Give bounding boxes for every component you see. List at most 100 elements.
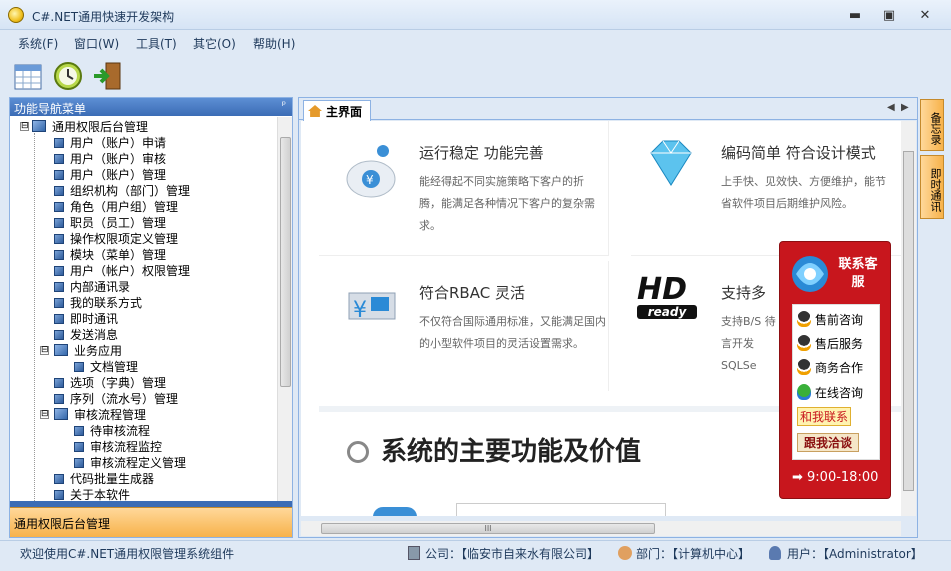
menu-system[interactable]: 系统(F): [18, 35, 58, 52]
hd-badge: HD: [637, 272, 688, 307]
feature-title: 符合RBAC 灵活: [419, 284, 525, 302]
tree-node[interactable]: 通用权限后台管理: [32, 119, 148, 135]
tree-expander-icon[interactable]: ⊟: [20, 122, 29, 131]
tree-node[interactable]: 用户（账户）管理: [54, 167, 166, 183]
page-node-icon: [54, 378, 64, 388]
feature-card-rbac: ¥ 符合RBAC 灵活 不仅符合国际通用标准，又能满足国内的小型软件项目的灵活设…: [319, 261, 609, 391]
qq-icon: [797, 359, 811, 375]
welcome-text: 欢迎使用C#.NET通用权限管理系统组件: [20, 547, 235, 561]
tree-node-label: 模块（菜单）管理: [70, 248, 167, 262]
page-node-icon: [74, 426, 84, 436]
calendar-grid-icon[interactable]: [12, 60, 44, 92]
piggy-bank-icon: ¥: [341, 141, 401, 204]
qq-icon: [797, 311, 811, 327]
page-node-icon: [74, 458, 84, 468]
negotiate-button[interactable]: 跟我洽谈: [797, 433, 860, 452]
content-horizontal-scrollbar[interactable]: III: [301, 521, 901, 536]
business-button[interactable]: 商务合作: [797, 359, 863, 376]
content-hscroll-thumb[interactable]: III: [321, 523, 655, 534]
tab-instant-message[interactable]: 即时通讯: [920, 155, 944, 219]
menu-other[interactable]: 其它(O): [193, 35, 236, 52]
tree-node[interactable]: 序列（流水号）管理: [54, 391, 178, 407]
tree-node[interactable]: 我的联系方式: [54, 295, 142, 311]
nav-group-button[interactable]: 通用权限后台管理: [10, 507, 292, 537]
tree-node[interactable]: 操作权限项定义管理: [54, 231, 178, 247]
right-side-tabs: 备忘录 即时通讯: [918, 97, 948, 538]
presale-button[interactable]: 售前咨询: [797, 311, 863, 328]
feature-card-stability: ¥ 运行稳定 功能完善 能经得起不同实施策略下客户的折腾，能满足各种情况下客户的…: [319, 121, 609, 256]
tree-node[interactable]: 组织机构（部门）管理: [54, 183, 190, 199]
feature-card-coding: 编码简单 符合设计模式 上手快、见效快、方便维护，能节省软件项目后期维护风险。: [631, 121, 901, 256]
aftersale-label: 售后服务: [815, 337, 864, 351]
page-node-icon: [54, 330, 64, 340]
aftersale-button[interactable]: 售后服务: [797, 335, 863, 352]
maximize-button[interactable]: ▣: [879, 8, 899, 23]
online-consult-button[interactable]: 在线咨询: [797, 384, 863, 401]
tab-next-icon[interactable]: ▶: [901, 102, 909, 113]
close-button[interactable]: ✕: [915, 8, 935, 23]
tree-node[interactable]: 审核流程管理: [54, 407, 146, 423]
tree-node[interactable]: 文档管理: [74, 359, 138, 375]
tree-node[interactable]: 代码批量生成器: [54, 471, 154, 487]
tree-node[interactable]: 内部通讯录: [54, 279, 130, 295]
tree-node-label: 用户（账户）管理: [70, 168, 167, 182]
tree-node[interactable]: 模块（菜单）管理: [54, 247, 166, 263]
folder-node-icon: [54, 344, 68, 356]
page-node-icon: [54, 490, 64, 500]
tree-node[interactable]: 用户（账户）审核: [54, 151, 166, 167]
tree-node-label: 代码批量生成器: [70, 472, 155, 486]
contact-me-button[interactable]: 和我联系: [797, 407, 852, 426]
tree-node[interactable]: 职员（员工）管理: [54, 215, 166, 231]
tree-node[interactable]: 待审核流程: [74, 423, 150, 439]
tree-expander-icon[interactable]: ⊟: [40, 410, 49, 419]
pin-icon[interactable]: ᵖ: [282, 100, 286, 111]
msn-icon: [797, 384, 811, 400]
service-list: 售前咨询 售后服务 商务合作 在线咨询 和我联系 跟我洽谈: [792, 304, 880, 460]
page-node-icon: [54, 218, 64, 228]
tree-node[interactable]: 角色（用户组）管理: [54, 199, 178, 215]
tree-node-label: 审核流程管理: [74, 408, 147, 422]
tree-node-label: 内部通讯录: [70, 280, 131, 294]
tree-node-label: 职员（员工）管理: [70, 216, 167, 230]
menu-window[interactable]: 窗口(W): [74, 35, 119, 52]
content-vertical-scrollbar[interactable]: [901, 121, 916, 516]
tree-scrollbar[interactable]: [277, 117, 292, 501]
tree-node-label: 我的联系方式: [70, 296, 143, 310]
menu-tools[interactable]: 工具(T): [136, 35, 177, 52]
tree-node[interactable]: 审核流程定义管理: [74, 455, 186, 471]
tree-node-label: 业务应用: [74, 344, 123, 358]
tab-prev-icon[interactable]: ◀: [887, 102, 895, 113]
value-blue-icon: [373, 507, 417, 516]
tree-node[interactable]: 发送消息: [54, 327, 118, 343]
company-text: 公司：【临安市自来水有限公司】: [425, 547, 600, 561]
diamond-icon: [641, 139, 701, 192]
department-text: 部门：【计算机中心】: [636, 547, 751, 561]
exit-door-icon[interactable]: [92, 60, 124, 92]
page-node-icon: [54, 170, 64, 180]
film-reel-icon: [347, 441, 369, 463]
home-icon: [308, 105, 322, 117]
tree-scroll-thumb[interactable]: [280, 137, 291, 387]
folder-node-icon: [32, 120, 46, 132]
clock-refresh-icon[interactable]: [52, 60, 84, 92]
page-node-icon: [54, 138, 64, 148]
tree-node[interactable]: 即时通讯: [54, 311, 118, 327]
tree-node[interactable]: 关于本软件: [54, 487, 130, 501]
tree-node[interactable]: 用户（账户）申请: [54, 135, 166, 151]
tree-node[interactable]: 业务应用: [54, 343, 122, 359]
tree-node[interactable]: 用户（帐户）权限管理: [54, 263, 190, 279]
page-node-icon: [54, 250, 64, 260]
menu-help[interactable]: 帮助(H): [253, 35, 295, 52]
tab-home[interactable]: 主界面: [303, 100, 371, 121]
page-node-icon: [54, 154, 64, 164]
page-node-icon: [54, 282, 64, 292]
tab-memo[interactable]: 备忘录: [920, 99, 944, 151]
page-node-icon: [54, 186, 64, 196]
tree-node[interactable]: 审核流程监控: [74, 439, 162, 455]
page-node-icon: [74, 362, 84, 372]
tree-node-label: 组织机构（部门）管理: [70, 184, 191, 198]
tree-node[interactable]: 选项（字典）管理: [54, 375, 166, 391]
tree-expander-icon[interactable]: ⊟: [40, 346, 49, 355]
content-vscroll-thumb[interactable]: [903, 151, 914, 491]
minimize-button[interactable]: ▬: [845, 8, 865, 23]
